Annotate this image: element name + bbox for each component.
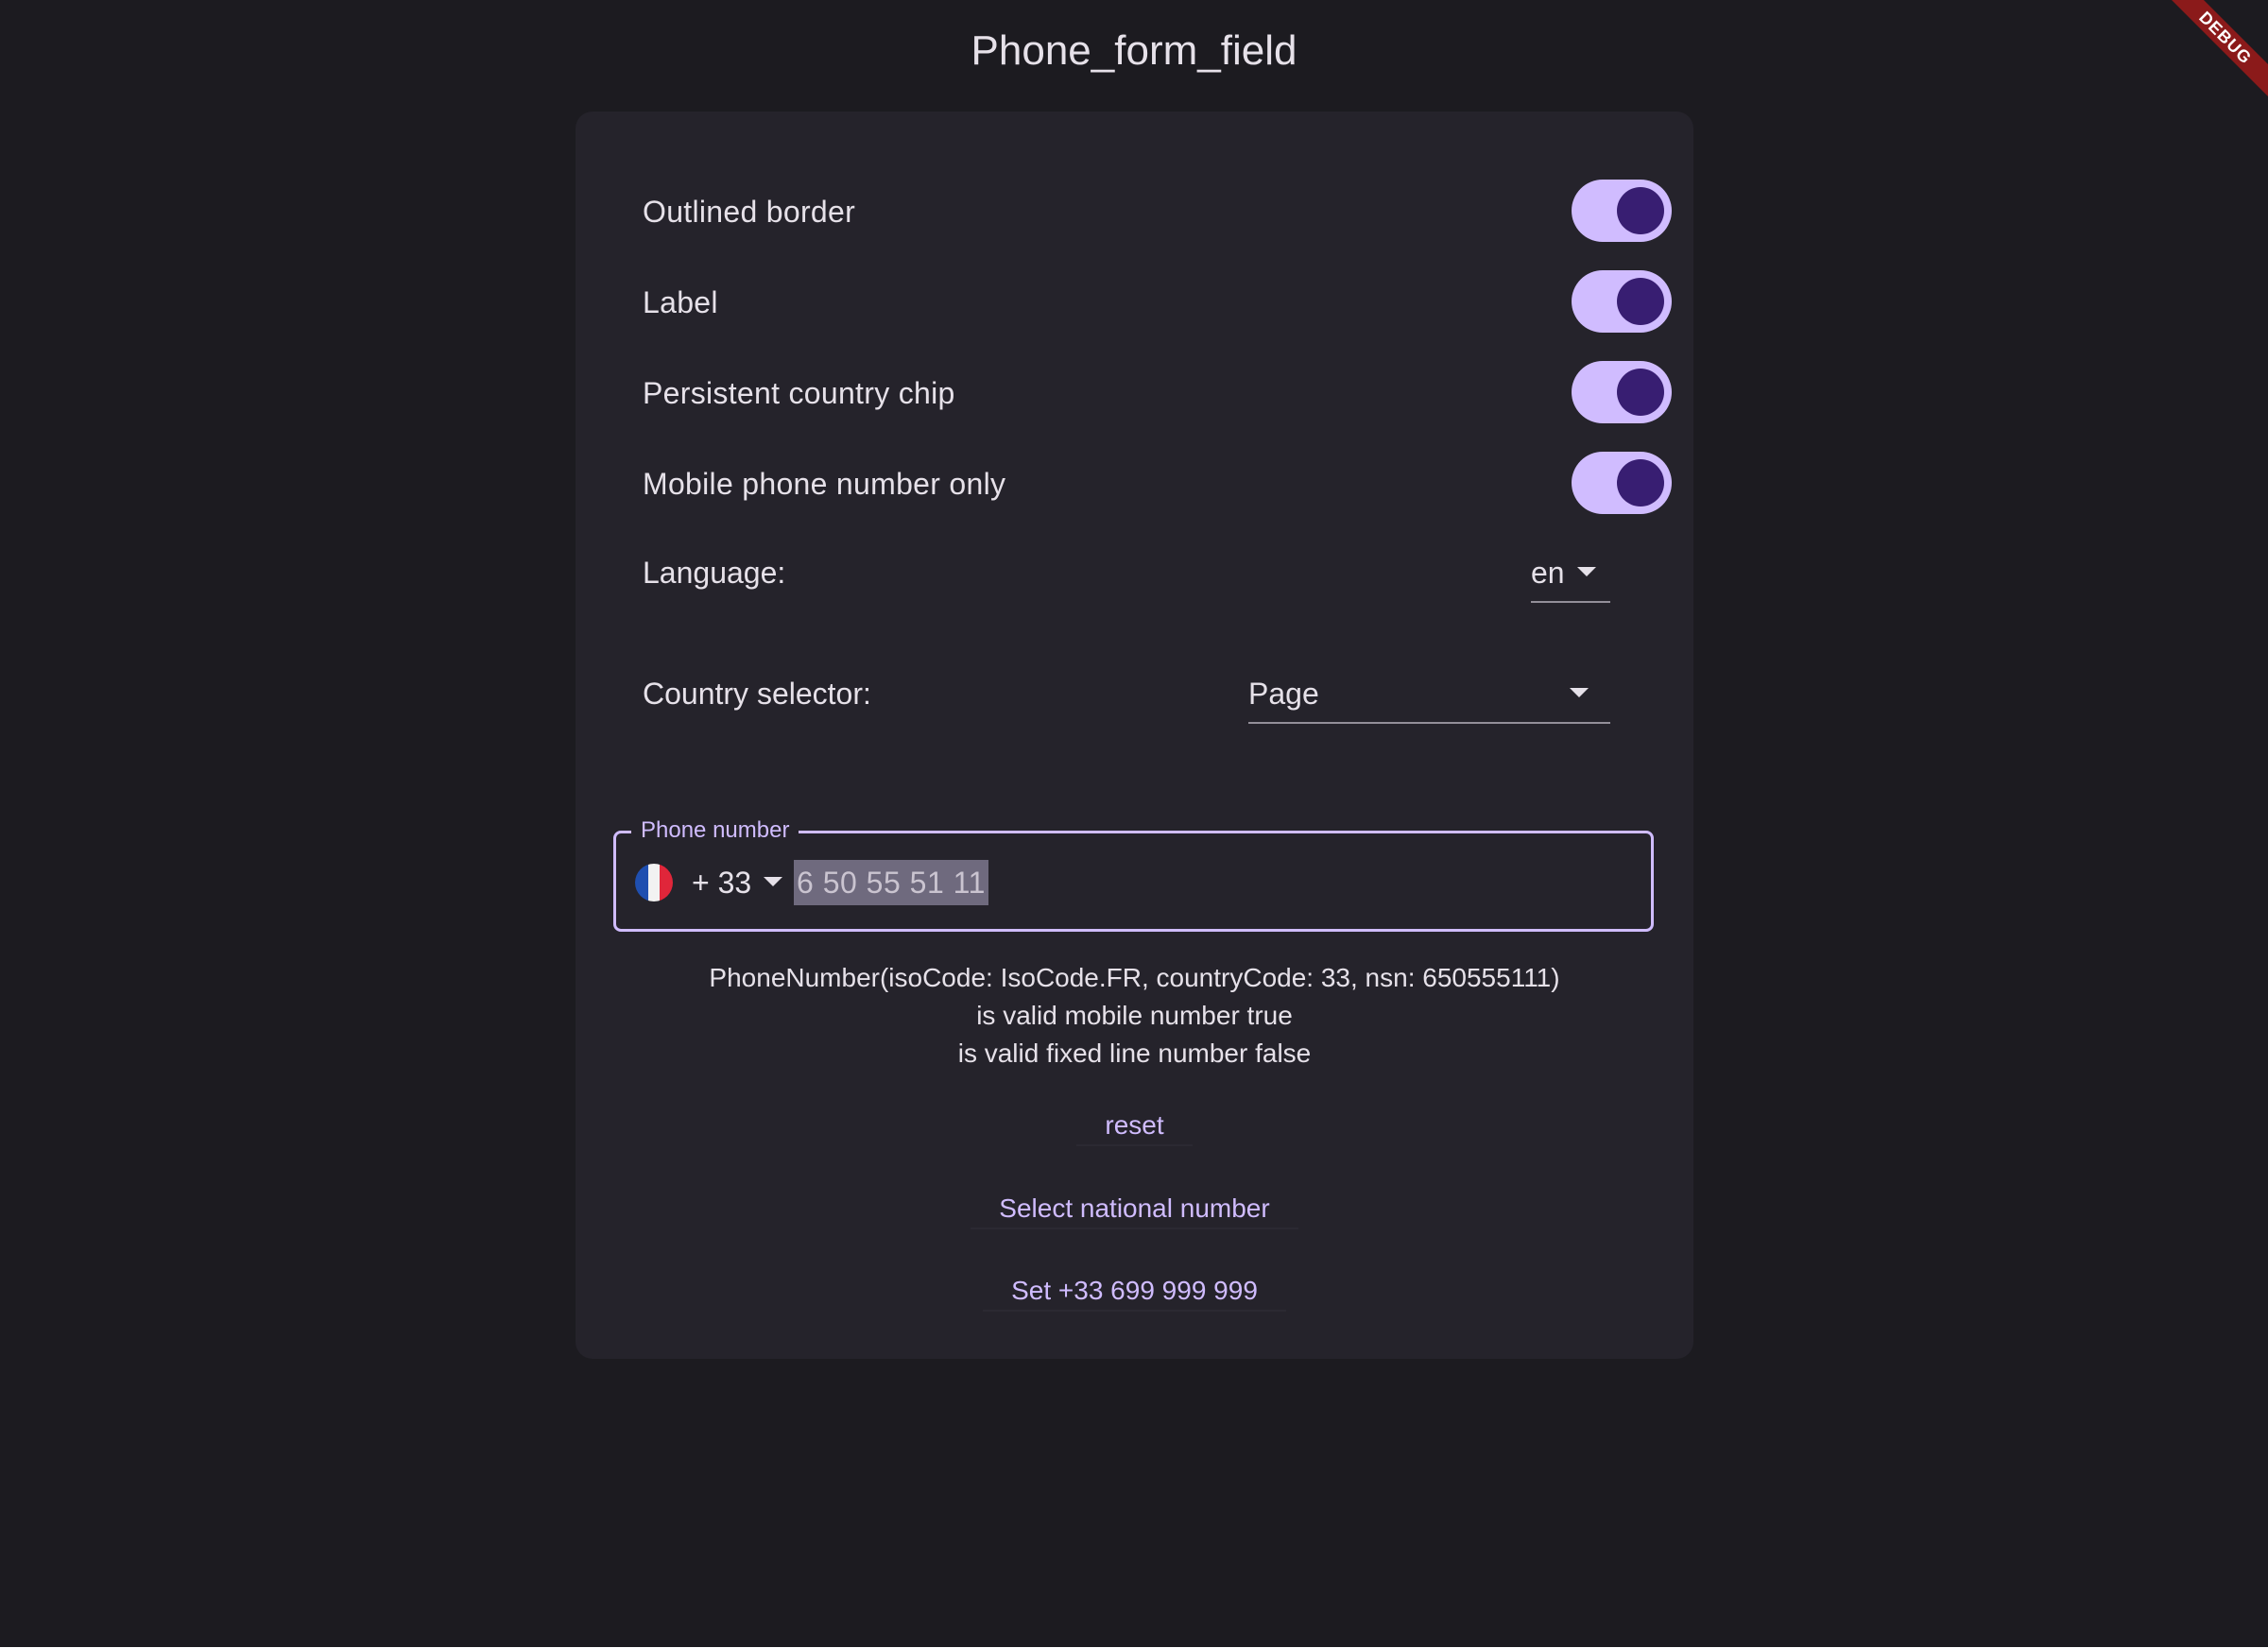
phone-number-result: PhoneNumber(isoCode: IsoCode.FR, country…: [709, 963, 1560, 992]
select-national-number-button[interactable]: Select national number: [576, 1190, 1693, 1229]
switch-row-mobile-only: Mobile phone number only: [643, 449, 1672, 519]
chevron-down-icon: [1570, 688, 1589, 697]
switch-knob: [1617, 459, 1664, 506]
chevron-down-icon: [1577, 567, 1596, 576]
switch-knob: [1617, 369, 1664, 416]
phone-number-input[interactable]: 6 50 55 51 11: [794, 860, 988, 905]
label-switch-label: Label: [643, 285, 718, 319]
app-window: Phone_form_field DEBUG Outlined border L…: [0, 0, 2268, 1648]
persistent-country-chip-label: Persistent country chip: [643, 376, 955, 410]
language-value: en: [1531, 556, 1565, 590]
set-number-button[interactable]: Set +33 699 999 999: [576, 1272, 1693, 1312]
phone-number-label: Phone number: [631, 815, 799, 847]
mobile-only-switch[interactable]: [1572, 452, 1672, 514]
persistent-country-chip-switch[interactable]: [1572, 361, 1672, 423]
mobile-only-label: Mobile phone number only: [643, 467, 1006, 501]
chevron-down-icon[interactable]: [764, 877, 782, 886]
switch-knob: [1617, 187, 1664, 234]
country-code-chip[interactable]: + 33: [692, 860, 751, 905]
country-selector-label: Country selector:: [643, 677, 871, 711]
valid-fixed-line-text: is valid fixed line number false: [957, 1039, 1312, 1068]
france-flag-icon[interactable]: [635, 864, 673, 901]
outlined-border-label: Outlined border: [643, 195, 856, 229]
app-title: Phone_form_field: [971, 27, 1297, 74]
set-number-label: Set +33 699 999 999: [983, 1272, 1286, 1312]
valid-mobile-text: is valid mobile number true: [976, 1001, 1293, 1030]
country-selector-dropdown[interactable]: Page: [1248, 671, 1610, 724]
phone-number-field[interactable]: Phone number + 33 6 50 55 51 11: [613, 815, 1654, 932]
reset-button-label: reset: [1076, 1107, 1193, 1146]
language-dropdown[interactable]: en: [1531, 550, 1610, 603]
reset-button[interactable]: reset: [576, 1107, 1693, 1146]
country-selector-value: Page: [1248, 677, 1319, 711]
switch-knob: [1617, 278, 1664, 325]
switch-row-outlined-border: Outlined border: [643, 177, 1672, 247]
language-label: Language:: [643, 556, 786, 590]
label-switch[interactable]: [1572, 270, 1672, 333]
switch-row-persistent-country-chip: Persistent country chip: [643, 358, 1672, 428]
outlined-border-switch[interactable]: [1572, 180, 1672, 242]
switch-row-label: Label: [643, 267, 1672, 337]
select-national-number-label: Select national number: [971, 1190, 1298, 1229]
settings-card: Outlined border Label Persistent country…: [576, 112, 1693, 1359]
